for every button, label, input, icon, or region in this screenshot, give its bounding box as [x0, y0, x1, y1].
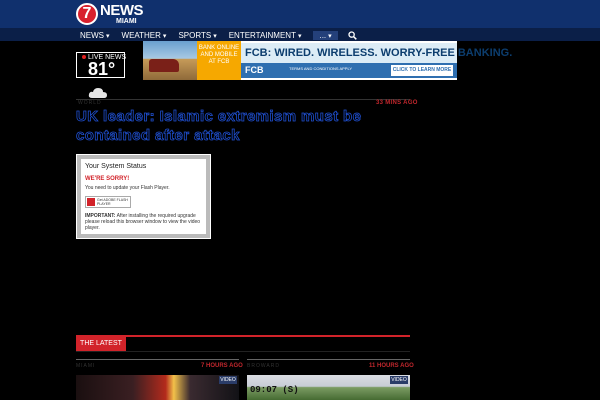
logo-brand-text: NEWS [100, 2, 144, 19]
story-divider [76, 99, 410, 100]
ad-brand-logo: FCB [245, 65, 264, 75]
latest-divider [76, 335, 410, 337]
nav-item-label: NEWS [80, 30, 104, 40]
video-badge: VIDEO [219, 376, 237, 384]
card-divider [247, 359, 410, 360]
main-navigation: NEWS ▾ WEATHER ▾ SPORTS ▾ ENTERTAINMENT ▾ ..… [80, 29, 357, 41]
flash-status-title: Your System Status [85, 163, 147, 170]
flash-status-panel: Your System Status WE'RE SORRY! You need… [81, 159, 206, 234]
card-category[interactable]: BROWARD [247, 363, 280, 369]
ad-vehicle-image [149, 59, 179, 72]
flash-error-heading: WE'RE SORRY! [85, 176, 130, 182]
logo-city-text: MIAMI [116, 18, 137, 25]
logo-seven-badge: 7 [76, 3, 98, 25]
latest-underline [76, 351, 410, 352]
ad-terms-text: TERMS AND CONDITIONS APPLY [289, 66, 353, 71]
ad-footer-strip: FCB TERMS AND CONDITIONS APPLY CLICK TO … [241, 63, 457, 78]
ad-learn-more-button[interactable]: CLICK TO LEARN MORE [391, 65, 453, 76]
card-category[interactable]: MIAMI [76, 363, 95, 369]
video-timestamp: 09:07 (S) [250, 385, 299, 395]
video-badge: VIDEO [390, 376, 408, 384]
flash-badge-label: Get ADOBE FLASH PLAYER [97, 198, 128, 206]
banner-ad[interactable]: BANK ONLINE AND MOBILE AT FCB FCB: WIRED… [143, 41, 512, 80]
chevron-down-icon: ▾ [297, 32, 302, 40]
nav-more-menu[interactable]: ... ▾ [313, 30, 338, 40]
nav-item-label: SPORTS [178, 30, 212, 40]
logo-wordmark: NEWS MIAMI [100, 2, 144, 25]
story-headline[interactable]: UK leader: Islamic extremism must be con… [76, 107, 416, 145]
card-time-ago: 7 HOURS AGO [201, 363, 243, 369]
story-category[interactable]: WORLD [78, 100, 102, 106]
video-player-placeholder: Your System Status WE'RE SORRY! You need… [76, 154, 211, 239]
chevron-down-icon: ▾ [162, 32, 167, 40]
card-thumbnail[interactable] [76, 375, 239, 400]
nav-item-news[interactable]: NEWS ▾ [80, 31, 110, 40]
nav-more-label: ... [319, 30, 327, 40]
cloud-icon [88, 86, 108, 98]
ad-promo-text: BANK ONLINE AND MOBILE AT FCB [197, 41, 241, 80]
nav-item-label: ENTERTAINMENT [228, 30, 296, 40]
card-divider [76, 359, 239, 360]
ad-photo [143, 41, 197, 80]
flash-important-note: IMPORTANT: After installing the required… [85, 213, 203, 231]
nav-item-label: WEATHER [121, 30, 161, 40]
search-icon[interactable] [348, 30, 357, 40]
flash-logo-icon [87, 198, 95, 206]
chevron-down-icon: ▾ [328, 32, 332, 40]
get-flash-player-button[interactable]: Get ADOBE FLASH PLAYER [85, 196, 131, 208]
temperature-value: 81° [88, 59, 116, 79]
chevron-down-icon: ▾ [213, 32, 217, 40]
nav-item-sports[interactable]: SPORTS ▾ [178, 31, 216, 40]
nav-item-entertainment[interactable]: ENTERTAINMENT ▾ [229, 31, 302, 40]
site-logo[interactable]: 7 NEWS MIAMI [76, 1, 144, 27]
card-time-ago: 11 HOURS AGO [369, 363, 414, 369]
story-time-ago: 33 MINS AGO [376, 100, 418, 106]
live-indicator-icon [82, 55, 86, 60]
flash-error-message: You need to update your Flash Player. [85, 185, 170, 191]
chevron-down-icon: ▾ [106, 32, 110, 40]
ad-headline: FCB: WIRED. WIRELESS. WORRY-FREE BANKING… [241, 43, 512, 63]
nav-item-weather[interactable]: WEATHER ▾ [122, 31, 167, 40]
latest-section-tab[interactable]: THE LATEST [76, 337, 126, 351]
